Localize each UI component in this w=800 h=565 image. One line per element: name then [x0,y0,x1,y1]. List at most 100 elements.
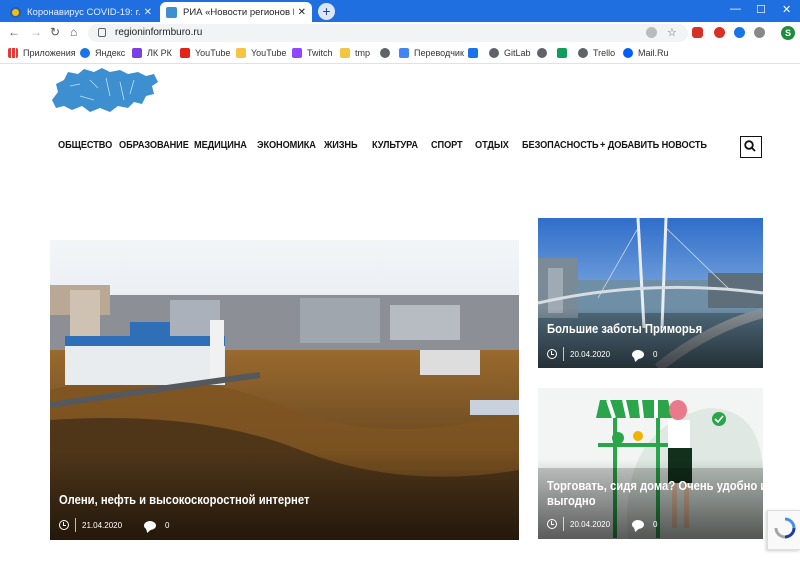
mailru-icon [623,48,633,58]
featured-news-title[interactable]: Олени, нефть и высокоскоростной интернет [59,493,309,508]
bookmark-apps[interactable]: Приложения [8,48,76,58]
bookmark-label: Twitch [307,48,333,58]
forward-icon[interactable]: → [30,25,42,39]
bookmark-youtube-folder[interactable]: YouTube [236,48,286,58]
globe-icon [489,48,499,58]
bookmark-label: Trello [593,48,616,58]
side-news-comments[interactable]: 0 [653,520,657,529]
tab-ria-regions[interactable]: РИА «Новости регионов России» ✕ [160,2,312,22]
bookmark-globe[interactable] [380,48,395,58]
bookmark-label: GitLab [504,48,531,58]
bookmark-globe-2[interactable] [537,48,552,58]
side-news-date: 20.04.2020 [570,349,611,359]
side-news-meta: 20.04.2020 0 [547,517,657,531]
bookmark-label: YouTube [251,48,287,58]
lock-icon[interactable] [98,28,106,37]
back-icon[interactable]: ← [8,25,20,39]
bookmark-lk-rk[interactable]: ЛК РК [132,48,172,58]
profile-avatar[interactable]: S [781,26,795,40]
bookmark-star-icon[interactable]: ☆ [667,26,677,39]
translate-ext-icon[interactable] [646,27,657,38]
search-button[interactable] [740,136,762,158]
bookmark-label: Mail.Ru [638,48,669,58]
maximize-icon[interactable]: ☐ [756,3,766,16]
close-tab-icon[interactable]: ✕ [298,7,306,18]
comment-icon [144,520,156,530]
clock-icon [547,349,557,359]
bookmark-sheets[interactable] [557,48,572,58]
bookmark-gitlab[interactable]: GitLab [489,48,531,58]
menu-item-society[interactable]: ОБЩЕСТВО [58,140,112,151]
comment-icon [632,349,644,359]
tab-title: Коронавирус COVID-19: главные [27,6,140,18]
bookmark-trello[interactable]: Trello [578,48,615,58]
extension-icon[interactable] [714,27,725,38]
folder-icon [236,48,246,58]
side-news-comments[interactable]: 0 [653,350,657,359]
home-icon[interactable]: ⌂ [70,25,77,39]
side-news-card-primorye[interactable]: Большие заботы Приморья 20.04.2020 0 [538,218,763,368]
bookmark-translator[interactable]: Переводчик [399,48,464,58]
youtube-icon [180,48,190,58]
menu-item-life[interactable]: ЖИЗНЬ [324,140,358,151]
apps-grid-icon [8,48,18,58]
adblock-ext-icon[interactable] [692,27,703,38]
bookmark-label: Яндекс [95,48,126,58]
bookmark-label: Переводчик [414,48,464,58]
url-text[interactable]: regioninformburo.ru [115,27,202,38]
bookmark-label: YouTube [195,48,231,58]
recaptcha-badge[interactable] [767,510,800,550]
menu-item-security[interactable]: БЕЗОПАСНОСТЬ [522,140,599,151]
menu-item-leisure[interactable]: ОТДЫХ [475,140,509,151]
bookmark-youtube[interactable]: YouTube [180,48,230,58]
side-news-title-line2[interactable]: выгодно [547,494,596,509]
tab-coronavirus[interactable]: Коронавирус COVID-19: главные ✕ [4,2,158,22]
side-news-card-trading[interactable]: Торговать, сидя дома? Очень удобно и выг… [538,388,763,539]
bookmark-mailru[interactable]: Mail.Ru [623,48,669,58]
meta-divider [563,517,564,531]
close-window-icon[interactable]: ✕ [782,3,791,16]
globe-icon [537,48,547,58]
globe-icon [578,48,588,58]
featured-news-card[interactable]: Олени, нефть и высокоскоростной интернет… [50,240,519,540]
bookmark-yandex[interactable]: Яндекс [80,48,125,58]
close-tab-icon[interactable]: ✕ [144,7,152,18]
reload-icon[interactable]: ↻ [50,25,60,39]
bookmark-label: tmp [355,48,371,58]
chat-icon [468,48,478,58]
address-bar: ← → ↻ ⌂ regioninformburo.ru ☆ S [0,22,800,44]
meta-divider [563,347,564,361]
clock-icon [59,520,69,530]
bookmark-twitch[interactable]: Twitch [292,48,333,58]
tab-favicon-icon [10,6,21,18]
bookmark-tmp[interactable]: tmp [340,48,370,58]
bookmarks-bar: Приложения Яндекс ЛК РК YouTube YouTube … [0,44,800,64]
clock-icon [547,519,557,529]
menu-item-education[interactable]: ОБРАЗОВАНИЕ [119,140,189,151]
side-news-title[interactable]: Большие заботы Приморья [547,322,702,337]
menu-item-culture[interactable]: КУЛЬТУРА [372,140,418,151]
bookmark-chat[interactable] [468,48,483,58]
menu-item-economy[interactable]: ЭКОНОМИКА [257,140,316,151]
menu-item-sport[interactable]: СПОРТ [431,140,463,151]
downloads-ext-icon[interactable] [734,27,745,38]
meta-divider [75,518,76,532]
menu-item-medicine[interactable]: МЕДИЦИНА [194,140,247,151]
minimize-icon[interactable]: — [730,3,741,15]
featured-news-date: 21.04.2020 [82,520,123,530]
translate-icon [399,48,409,58]
featured-news-comments[interactable]: 0 [165,521,169,530]
sheets-icon [557,48,567,58]
site-logo-russia-map[interactable] [50,66,160,114]
side-news-date: 20.04.2020 [570,519,611,529]
media-ext-icon[interactable] [754,27,765,38]
menu-item-add-news[interactable]: + ДОБАВИТЬ НОВОСТЬ [600,140,707,151]
new-tab-button[interactable]: + [318,3,335,20]
tab-favicon-icon [166,6,177,18]
twitch-icon [292,48,302,58]
comment-icon [632,519,644,529]
bookmark-label: Приложения [23,48,76,58]
side-news-title-line1[interactable]: Торговать, сидя дома? Очень удобно и [547,479,763,494]
search-icon [744,140,756,152]
folder-icon [340,48,350,58]
